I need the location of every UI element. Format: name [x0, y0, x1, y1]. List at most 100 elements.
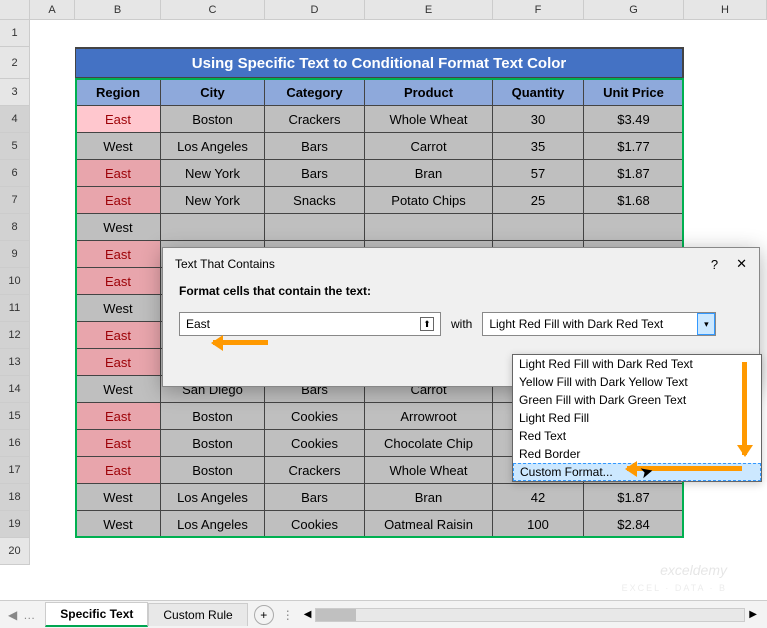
row-header-18[interactable]: 18 — [0, 484, 30, 511]
cell-category[interactable]: Bars — [265, 160, 365, 187]
add-sheet-button[interactable]: + — [254, 605, 274, 625]
col-header-c[interactable]: C — [161, 0, 265, 19]
cell-city[interactable]: Los Angeles — [161, 484, 265, 511]
cell-product[interactable]: Carrot — [365, 133, 493, 160]
row-header-6[interactable]: 6 — [0, 160, 30, 187]
cell-city[interactable]: Los Angeles — [161, 511, 265, 538]
cell-region[interactable]: East — [75, 241, 161, 268]
row-header-5[interactable]: 5 — [0, 133, 30, 160]
format-combo[interactable]: Light Red Fill with Dark Red Text ▾ — [482, 312, 716, 336]
col-header-h[interactable]: H — [684, 0, 767, 19]
cell-quantity[interactable] — [493, 214, 584, 241]
cell-city[interactable]: Boston — [161, 106, 265, 133]
row-header-13[interactable]: 13 — [0, 349, 30, 376]
col-header-a[interactable]: A — [30, 0, 75, 19]
cell-unitprice[interactable]: $2.84 — [584, 511, 684, 538]
cell-quantity[interactable]: 57 — [493, 160, 584, 187]
cell-region[interactable]: West — [75, 511, 161, 538]
cell-unitprice[interactable]: $3.49 — [584, 106, 684, 133]
cell-region[interactable]: East — [75, 349, 161, 376]
text-input[interactable]: East ⬆ — [179, 312, 441, 336]
cell-category[interactable]: Cookies — [265, 511, 365, 538]
cell-city[interactable]: New York — [161, 187, 265, 214]
row-header-10[interactable]: 10 — [0, 268, 30, 295]
header-city[interactable]: City — [161, 79, 265, 106]
cell-region[interactable]: West — [75, 376, 161, 403]
cell-quantity[interactable]: 100 — [493, 511, 584, 538]
cell-category[interactable]: Cookies — [265, 430, 365, 457]
col-header-e[interactable]: E — [365, 0, 493, 19]
cell-quantity[interactable]: 42 — [493, 484, 584, 511]
cell-category[interactable]: Crackers — [265, 457, 365, 484]
cell-region[interactable]: East — [75, 430, 161, 457]
dropdown-item[interactable]: Light Red Fill with Dark Red Text — [513, 355, 761, 373]
cell-region[interactable]: East — [75, 160, 161, 187]
cell-category[interactable]: Bars — [265, 484, 365, 511]
close-icon[interactable]: ✕ — [736, 256, 747, 272]
cell-category[interactable]: Cookies — [265, 403, 365, 430]
row-header-4[interactable]: 4 — [0, 106, 30, 133]
row-header-8[interactable]: 8 — [0, 214, 30, 241]
cell-region[interactable]: West — [75, 295, 161, 322]
col-header-g[interactable]: G — [584, 0, 684, 19]
cell-product[interactable]: Whole Wheat — [365, 457, 493, 484]
dropdown-item[interactable]: Red Border — [513, 445, 761, 463]
cell-product[interactable]: Chocolate Chip — [365, 430, 493, 457]
header-quantity[interactable]: Quantity — [493, 79, 584, 106]
cell-unitprice[interactable]: $1.87 — [584, 484, 684, 511]
dropdown-item[interactable]: Red Text — [513, 427, 761, 445]
row-header-3[interactable]: 3 — [0, 79, 30, 106]
cell-product[interactable]: Oatmeal Raisin — [365, 511, 493, 538]
header-region[interactable]: Region — [75, 79, 161, 106]
cell-city[interactable]: New York — [161, 160, 265, 187]
cell-product[interactable]: Whole Wheat — [365, 106, 493, 133]
cell-product[interactable]: Bran — [365, 160, 493, 187]
cell-region[interactable]: East — [75, 106, 161, 133]
help-button[interactable]: ? — [711, 257, 718, 272]
cell-product[interactable]: Potato Chips — [365, 187, 493, 214]
cell-region[interactable]: West — [75, 214, 161, 241]
cell-category[interactable]: Bars — [265, 133, 365, 160]
header-category[interactable]: Category — [265, 79, 365, 106]
title-cell[interactable]: Using Specific Text to Conditional Forma… — [75, 47, 684, 79]
cell-quantity[interactable]: 25 — [493, 187, 584, 214]
row-header-14[interactable]: 14 — [0, 376, 30, 403]
chevron-down-icon[interactable]: ▾ — [697, 313, 715, 335]
cell-category[interactable]: Snacks — [265, 187, 365, 214]
cell-quantity[interactable]: 30 — [493, 106, 584, 133]
cell-region[interactable]: East — [75, 187, 161, 214]
cell-region[interactable]: East — [75, 322, 161, 349]
range-selector-icon[interactable]: ⬆ — [420, 317, 434, 331]
dropdown-item[interactable]: Yellow Fill with Dark Yellow Text — [513, 373, 761, 391]
dropdown-item[interactable]: Custom Format... — [513, 463, 761, 481]
cell-unitprice[interactable]: $1.77 — [584, 133, 684, 160]
cell-product[interactable]: Bran — [365, 484, 493, 511]
cell-region[interactable]: East — [75, 268, 161, 295]
row-header-9[interactable]: 9 — [0, 241, 30, 268]
cell-city[interactable]: Los Angeles — [161, 133, 265, 160]
cell-region[interactable]: West — [75, 484, 161, 511]
header-product[interactable]: Product — [365, 79, 493, 106]
row-header-17[interactable]: 17 — [0, 457, 30, 484]
row-header-1[interactable]: 1 — [0, 20, 30, 47]
cell-unitprice[interactable]: $1.87 — [584, 160, 684, 187]
col-header-d[interactable]: D — [265, 0, 365, 19]
tab-nav[interactable]: ◀… — [8, 608, 35, 622]
cell-region[interactable]: East — [75, 403, 161, 430]
row-header-16[interactable]: 16 — [0, 430, 30, 457]
cell-product[interactable]: Arrowroot — [365, 403, 493, 430]
row-header-11[interactable]: 11 — [0, 295, 30, 322]
cell-category[interactable] — [265, 214, 365, 241]
cell-category[interactable]: Crackers — [265, 106, 365, 133]
cell-city[interactable]: Boston — [161, 430, 265, 457]
row-header-19[interactable]: 19 — [0, 511, 30, 538]
cell-city[interactable] — [161, 214, 265, 241]
dropdown-item[interactable]: Light Red Fill — [513, 409, 761, 427]
row-header-15[interactable]: 15 — [0, 403, 30, 430]
cell-quantity[interactable]: 35 — [493, 133, 584, 160]
cell-unitprice[interactable] — [584, 214, 684, 241]
row-header-20[interactable]: 20 — [0, 538, 30, 565]
cell-city[interactable]: Boston — [161, 457, 265, 484]
col-header-b[interactable]: B — [75, 0, 161, 19]
row-header-2[interactable]: 2 — [0, 47, 30, 79]
